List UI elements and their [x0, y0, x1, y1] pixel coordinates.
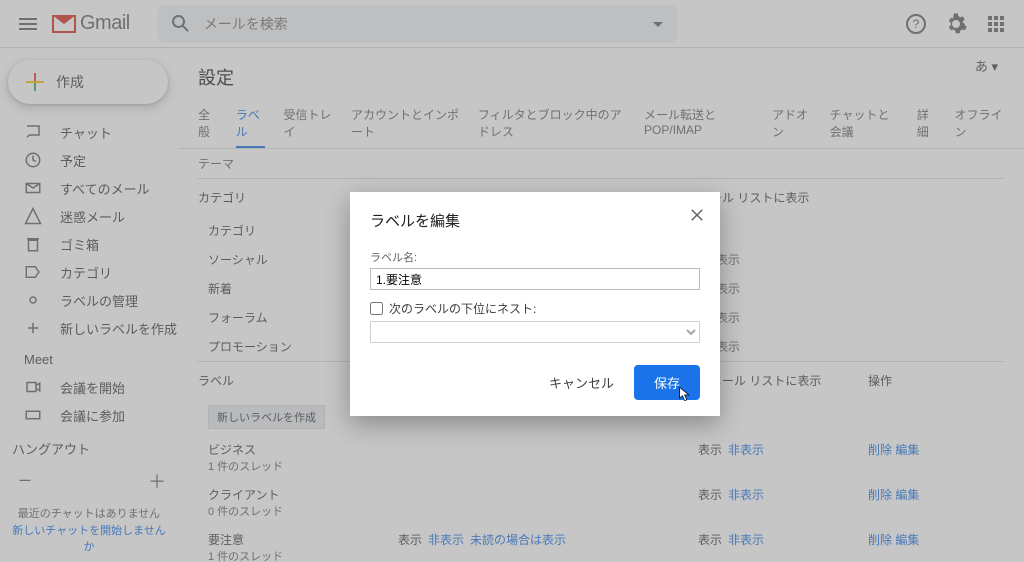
nest-checkbox-label[interactable]: 次のラベルの下位にネスト:	[370, 300, 700, 317]
save-button[interactable]: 保存	[634, 365, 700, 400]
dialog-title: ラベルを編集	[370, 210, 700, 231]
label-name-input[interactable]	[370, 268, 700, 290]
edit-label-dialog: ラベルを編集 ラベル名: 次のラベルの下位にネスト: キャンセル 保存	[350, 192, 720, 416]
close-icon[interactable]	[688, 206, 706, 227]
label-name-label: ラベル名:	[370, 249, 700, 265]
nest-parent-select[interactable]	[370, 321, 700, 343]
mouse-cursor-icon	[679, 386, 693, 404]
cancel-button[interactable]: キャンセル	[537, 365, 626, 400]
nest-checkbox[interactable]	[370, 302, 383, 315]
